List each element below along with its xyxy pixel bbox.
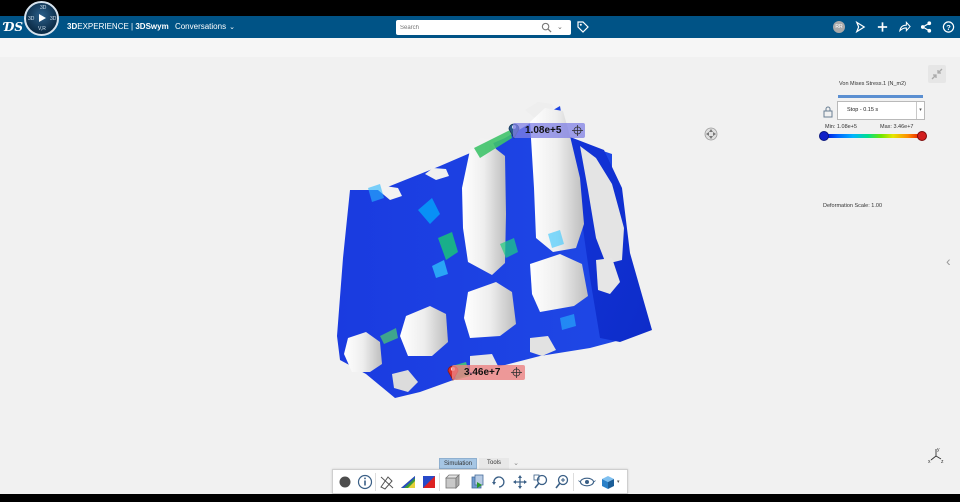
chevron-down-icon[interactable]: ⌄: [229, 23, 235, 31]
crosshair-icon[interactable]: [572, 125, 583, 136]
brand-prefix: 3D: [67, 22, 78, 31]
view-cube-dropdown-icon[interactable]: ▾: [617, 479, 620, 485]
legend-max-label: Max: 3.46e+7: [880, 124, 914, 130]
tag-icon[interactable]: [577, 20, 589, 34]
chevron-down-icon[interactable]: ⌄: [511, 458, 521, 469]
zoom-icon[interactable]: [553, 473, 571, 491]
move-icon[interactable]: [704, 127, 718, 141]
hide-deformation-icon[interactable]: [378, 473, 396, 491]
share-icon[interactable]: [854, 20, 867, 34]
app-window: ƊS 3DEXPERIENCE | 3DSwym Conversations ⌄ …: [0, 0, 960, 502]
search-input[interactable]: [400, 22, 530, 33]
axis-icon: y x z: [928, 447, 944, 464]
collapse-icon[interactable]: [928, 65, 946, 83]
step-progress-bar[interactable]: [838, 95, 923, 98]
svg-text:y: y: [937, 447, 940, 453]
legend-title: Von Mises Stress.1 (N_m2): [839, 81, 906, 87]
step-select[interactable]: Stop - 0.15 s ▾: [837, 101, 925, 120]
deformation-scale: Deformation Scale: 1.00: [823, 203, 883, 209]
ds-logo-icon[interactable]: ƊS: [4, 19, 23, 35]
color-bar: [823, 134, 923, 138]
lock-icon[interactable]: [823, 106, 833, 118]
search-dropdown-icon[interactable]: ⌄: [557, 23, 563, 31]
side-panel-arrow-icon[interactable]: ‹: [946, 253, 960, 273]
svg-text:z: z: [941, 459, 944, 464]
record-icon[interactable]: [336, 473, 354, 491]
avatar[interactable]: RR: [833, 21, 845, 33]
legend-min-label: Min: 1.08e+5: [825, 124, 857, 130]
network-icon[interactable]: [920, 20, 933, 34]
zoom-area-icon[interactable]: [532, 473, 550, 491]
info-icon[interactable]: [356, 473, 374, 491]
min-threshold-handle[interactable]: [819, 131, 829, 141]
compass-left-label[interactable]: 3D: [28, 16, 34, 22]
compass-play-icon[interactable]: [39, 14, 46, 22]
max-threshold-handle[interactable]: [917, 131, 927, 141]
plus-icon[interactable]: [876, 20, 889, 34]
compass-top-label[interactable]: 3D: [40, 5, 46, 11]
top-bar: ƊS 3DEXPERIENCE | 3DSwym Conversations ⌄ …: [0, 16, 960, 38]
platform-name: 3DSwym: [135, 22, 169, 31]
bottom-letterbox: [0, 494, 960, 502]
space-name: Conversations: [174, 22, 227, 31]
search-box[interactable]: ⌄: [396, 20, 571, 35]
tab-tools[interactable]: Tools: [479, 458, 509, 469]
top-letterbox: [0, 0, 960, 16]
action-toolbar: ▾: [332, 469, 628, 494]
forward-icon[interactable]: [898, 20, 911, 34]
step-select-value: Stop - 0.15 s: [847, 107, 879, 113]
3d-viewer-canvas[interactable]: 1.08e+5 3.46e+7 ‹ Von Mises Stress.1 (N_…: [0, 38, 960, 494]
search-icon[interactable]: [541, 22, 552, 33]
stress-model-3d[interactable]: [0, 38, 960, 494]
compass-bottom-label[interactable]: V,R: [38, 26, 46, 32]
rotate-icon[interactable]: [490, 473, 508, 491]
crosshair-icon[interactable]: [511, 367, 522, 378]
cube-sensor-icon[interactable]: [443, 473, 461, 491]
view-cube-icon[interactable]: [599, 473, 617, 491]
color-map-icon[interactable]: [420, 473, 438, 491]
brand-name: EXPERIENCE: [77, 22, 129, 31]
svg-text:?: ?: [946, 23, 951, 32]
svg-text:x: x: [928, 459, 931, 464]
view-eye-icon[interactable]: [578, 473, 596, 491]
pan-icon[interactable]: [511, 473, 529, 491]
animate-icon[interactable]: [468, 473, 486, 491]
tab-simulation[interactable]: Simulation: [439, 458, 477, 469]
compass-widget[interactable]: 3D 3D 3D V,R: [24, 1, 59, 36]
help-icon[interactable]: ?: [942, 20, 955, 34]
app-title[interactable]: 3DEXPERIENCE | 3DSwym Conversations ⌄: [67, 22, 235, 31]
chevron-down-icon[interactable]: ▾: [916, 102, 924, 119]
compass-right-label[interactable]: 3D: [50, 16, 56, 22]
contour-plot-icon[interactable]: [399, 473, 417, 491]
